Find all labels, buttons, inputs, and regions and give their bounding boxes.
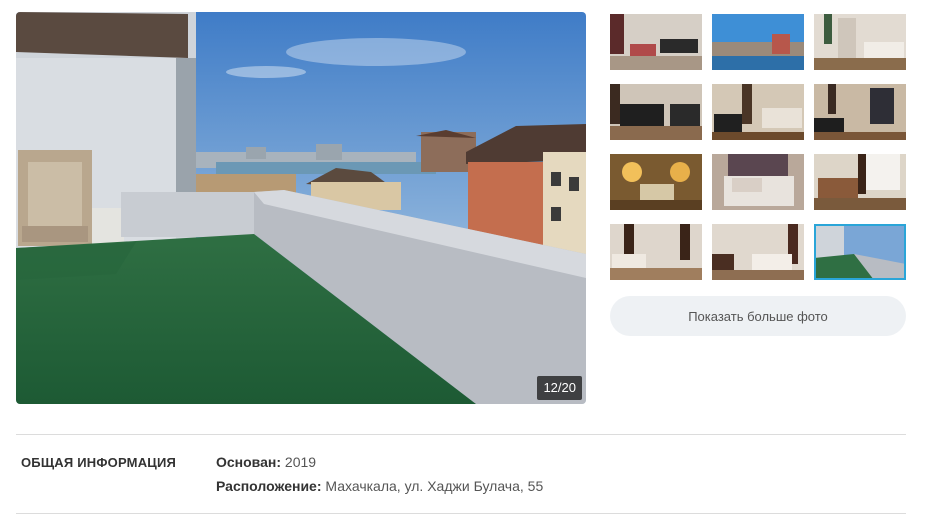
show-more-photos-button[interactable]: Показать больше фото	[610, 296, 906, 336]
thumbnail-rooftop-terrace[interactable]	[814, 224, 906, 280]
thumbnail-bedroom-sofa[interactable]	[610, 14, 702, 70]
founded-row: Основан: 2019	[216, 454, 316, 470]
thumbnail-leather-sofas[interactable]	[610, 84, 702, 140]
thumbnail-bedroom-tv[interactable]	[712, 224, 804, 280]
thumbnail-bed-closeup[interactable]	[712, 154, 804, 210]
rooftop-terrace-image	[16, 12, 586, 404]
founded-value: 2019	[284, 454, 317, 470]
divider-bottom	[16, 513, 906, 514]
location-row: Расположение: Махачкала, ул. Хаджи Булач…	[216, 478, 543, 494]
thumbnail-bedroom-curtains[interactable]	[610, 224, 702, 280]
divider-top	[16, 434, 906, 435]
thumbnail-city-view[interactable]	[712, 14, 804, 70]
founded-label: Основан:	[216, 454, 282, 470]
thumbnail-room-dresser[interactable]	[814, 84, 906, 140]
thumbnail-room-armchair[interactable]	[712, 84, 804, 140]
thumbnail-bedroom-lamps[interactable]	[610, 154, 702, 210]
thumbnail-bedroom-window[interactable]	[814, 154, 906, 210]
location-label: Расположение:	[216, 478, 322, 494]
main-photo[interactable]: 12/20	[16, 12, 586, 404]
thumbnail-bedroom-wardrobe[interactable]	[814, 14, 906, 70]
general-info-title: ОБЩАЯ ИНФОРМАЦИЯ	[21, 455, 177, 470]
photo-counter: 12/20	[537, 376, 582, 400]
location-value: Махачкала, ул. Хаджи Булача, 55	[325, 478, 544, 494]
